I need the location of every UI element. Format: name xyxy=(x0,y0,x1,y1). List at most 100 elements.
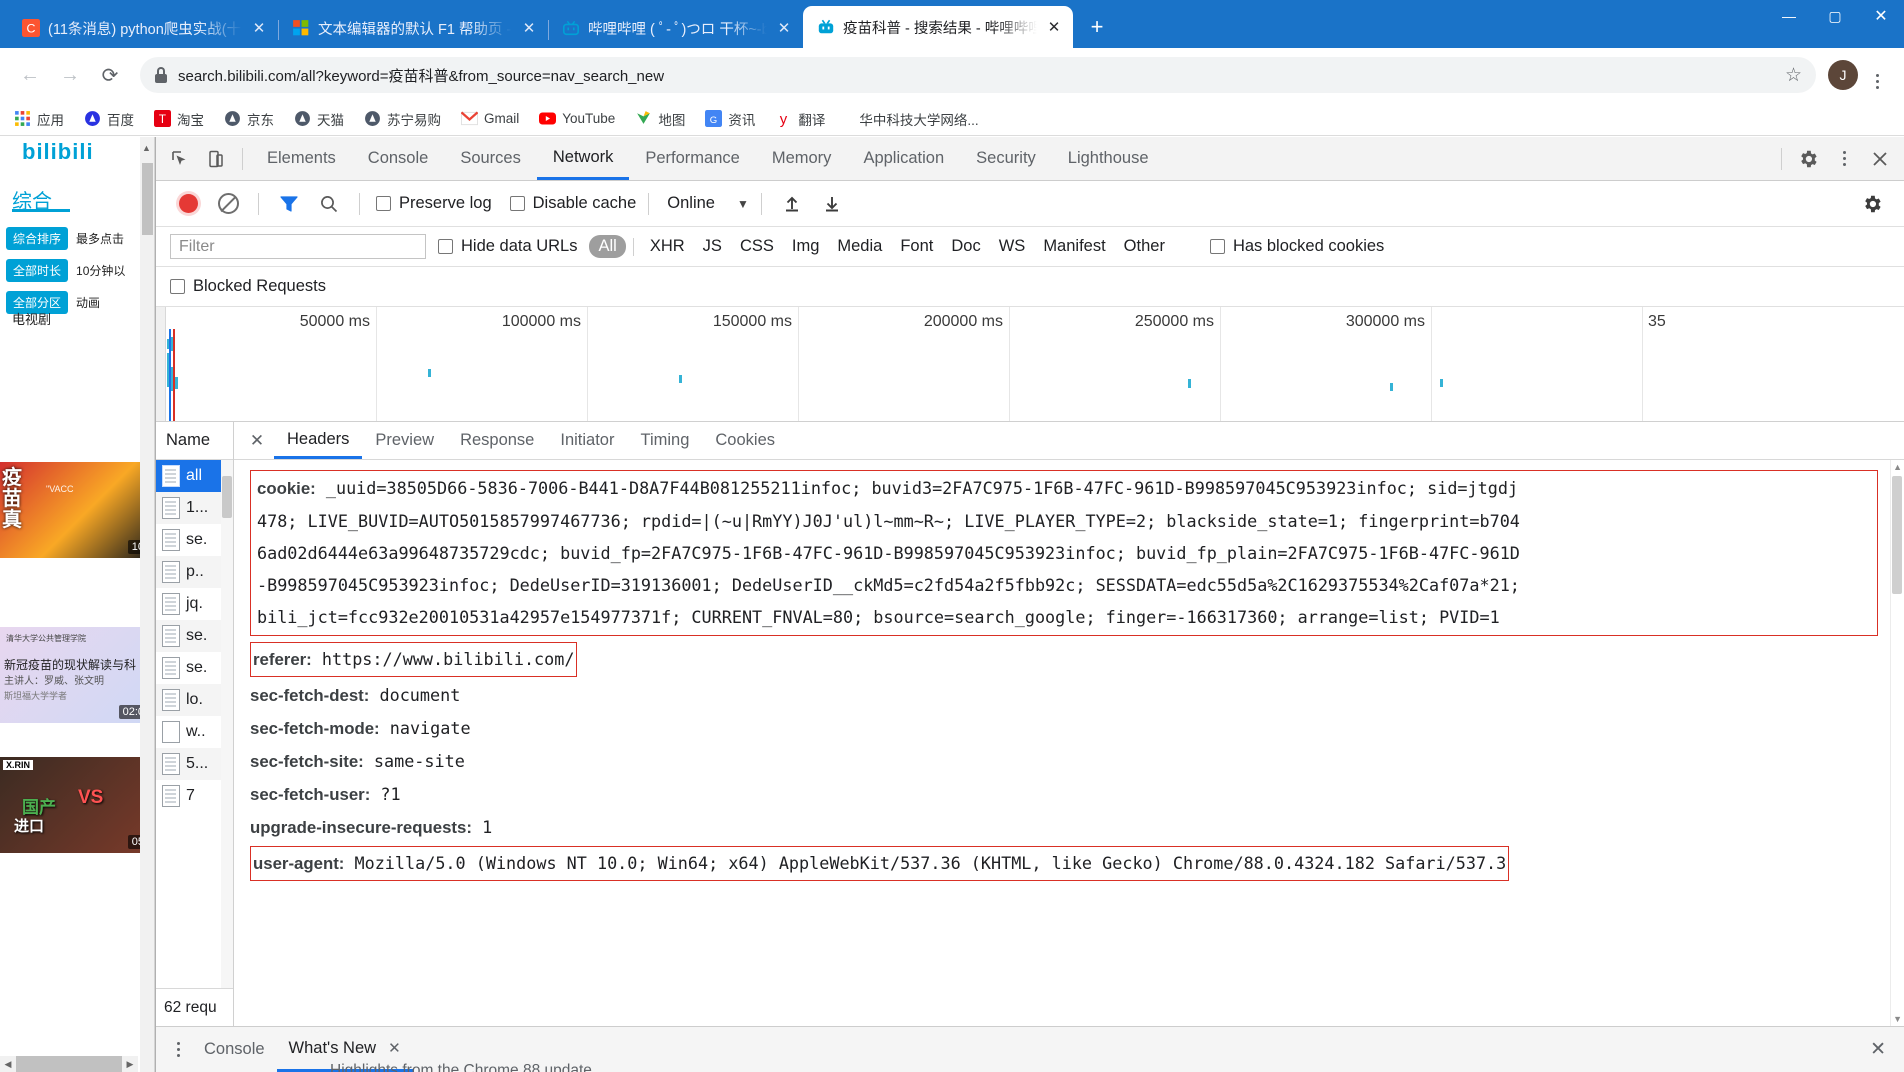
minimize-button[interactable]: — xyxy=(1766,0,1812,32)
import-har-icon[interactable] xyxy=(774,188,810,220)
bookmark-gmail[interactable]: Gmail xyxy=(461,110,519,127)
type-filter-doc[interactable]: Doc xyxy=(942,235,989,258)
devtools-tab-application[interactable]: Application xyxy=(847,137,960,180)
devtools-tab-security[interactable]: Security xyxy=(960,137,1052,180)
type-filter-ws[interactable]: WS xyxy=(990,235,1035,258)
devtools-tab-memory[interactable]: Memory xyxy=(756,137,848,180)
funnel-filter-icon[interactable] xyxy=(271,188,307,220)
bookmark-apps[interactable]: 应用 xyxy=(14,109,64,129)
details-tab-timing[interactable]: Timing xyxy=(627,422,702,459)
scroll-down-arrow[interactable]: ▼ xyxy=(1893,1014,1902,1024)
filter-text[interactable]: 最多点击 xyxy=(76,230,124,247)
request-list-scrollbar[interactable] xyxy=(221,460,233,988)
network-settings-gear-icon[interactable] xyxy=(1854,188,1890,220)
scrollbar-thumb[interactable] xyxy=(1892,476,1902,594)
close-drawer-icon[interactable]: ✕ xyxy=(1860,1038,1896,1061)
bookmark-suning[interactable]: 苏宁易购 xyxy=(364,109,441,129)
type-filter-manifest[interactable]: Manifest xyxy=(1034,235,1114,258)
bookmark-translate[interactable]: y 翻译 xyxy=(775,109,825,129)
drawer-tab-close-icon[interactable]: ✕ xyxy=(388,1039,401,1057)
type-filter-js[interactable]: JS xyxy=(694,235,731,258)
hide-data-urls-checkbox[interactable]: Hide data URLs xyxy=(438,237,577,256)
checkbox-box[interactable] xyxy=(170,279,185,294)
details-tab-headers[interactable]: Headers xyxy=(274,422,363,459)
type-filter-font[interactable]: Font xyxy=(891,235,942,258)
bookmark-hust[interactable]: 华中科技大学网络... xyxy=(859,109,978,129)
details-tab-cookies[interactable]: Cookies xyxy=(702,422,788,459)
devtools-tab-elements[interactable]: Elements xyxy=(251,137,352,180)
close-devtools-icon[interactable] xyxy=(1862,143,1898,175)
browser-tab-4-active[interactable]: 疫苗科普 - 搜索结果 - 哔哩哔哩 ✕ xyxy=(803,6,1073,48)
browser-tab-2[interactable]: 文本编辑器的默认 F1 帮助页 - V ✕ xyxy=(278,8,549,48)
vertical-scrollbar-thumb[interactable] xyxy=(142,163,153,235)
scroll-up-arrow[interactable]: ▲ xyxy=(1893,462,1902,472)
type-filter-css[interactable]: CSS xyxy=(731,235,783,258)
request-list-column-header[interactable]: Name xyxy=(156,422,233,460)
type-filter-media[interactable]: Media xyxy=(828,235,891,258)
type-filter-img[interactable]: Img xyxy=(783,235,829,258)
new-tab-button[interactable]: + xyxy=(1081,11,1113,43)
tab-close-icon[interactable]: ✕ xyxy=(520,19,538,37)
clear-button[interactable] xyxy=(210,188,246,220)
device-toolbar-icon[interactable] xyxy=(198,143,234,175)
maximize-button[interactable]: ▢ xyxy=(1812,0,1858,32)
tab-close-icon[interactable]: ✕ xyxy=(250,19,268,37)
video-title[interactable]: 新冠疫苗的现状解读与科 xyxy=(4,657,156,673)
details-tab-response[interactable]: Response xyxy=(447,422,547,459)
filter-text[interactable]: 10分钟以 xyxy=(76,262,125,279)
scroll-up-arrow[interactable]: ▲ xyxy=(142,143,151,153)
browser-tab-1[interactable]: C (11条消息) python爬虫实战(十) ✕ xyxy=(8,8,279,48)
browser-tab-3[interactable]: 哔哩哔哩 ( ﾟ- ﾟ)つロ 干杯~-bili ✕ xyxy=(548,8,804,48)
checkbox-box[interactable] xyxy=(1209,239,1225,254)
more-options-icon[interactable] xyxy=(1826,143,1862,175)
avatar[interactable]: J xyxy=(1828,60,1858,90)
bookmark-taobao[interactable]: T 淘宝 xyxy=(154,109,204,129)
type-filter-xhr[interactable]: XHR xyxy=(641,235,694,258)
kebab-menu-icon[interactable] xyxy=(1862,61,1892,89)
video-thumbnail[interactable]: X.RIN 国产 进口 VS 05 xyxy=(0,757,152,853)
network-overview-timeline[interactable]: 50000 ms 100000 ms 150000 ms 200000 ms 2… xyxy=(156,307,1904,422)
devtools-tab-network[interactable]: Network xyxy=(536,137,630,180)
star-icon[interactable]: ☆ xyxy=(1785,64,1802,87)
filter-row[interactable]: 全部时长 10分钟以 xyxy=(6,259,156,282)
bookmark-maps[interactable]: 地图 xyxy=(635,109,685,129)
filter-row[interactable]: 综合排序 最多点击 xyxy=(6,227,156,250)
bookmark-youtube[interactable]: YouTube xyxy=(539,110,615,127)
devtools-tab-lighthouse[interactable]: Lighthouse xyxy=(1052,137,1165,180)
drawer-tab-console[interactable]: Console xyxy=(192,1027,277,1072)
video-thumbnail[interactable]: 疫苗真 "VACC 10 xyxy=(0,462,152,558)
filter-pill[interactable]: 全部时长 xyxy=(6,259,69,282)
close-details-icon[interactable]: ✕ xyxy=(240,422,274,459)
record-button[interactable] xyxy=(170,188,206,220)
chevron-down-icon[interactable]: ▼ xyxy=(737,197,749,211)
checkbox-box[interactable] xyxy=(438,239,453,254)
inspect-element-icon[interactable] xyxy=(162,143,198,175)
scroll-left-arrow[interactable]: ◀ xyxy=(0,1056,16,1072)
address-bar[interactable]: search.bilibili.com/all?keyword=疫苗科普&fro… xyxy=(140,57,1816,93)
devtools-tab-sources[interactable]: Sources xyxy=(444,137,537,180)
disable-cache-checkbox[interactable]: Disable cache xyxy=(509,194,636,213)
details-tab-preview[interactable]: Preview xyxy=(362,422,447,459)
scroll-right-arrow[interactable]: ▶ xyxy=(122,1056,138,1072)
tab-close-icon[interactable]: ✕ xyxy=(1045,18,1063,36)
category-link[interactable]: 电视剧 xyxy=(12,309,51,328)
back-button[interactable]: ← xyxy=(12,57,48,93)
bookmark-jd[interactable]: 京东 xyxy=(224,109,274,129)
type-filter-all[interactable]: All xyxy=(589,235,626,258)
settings-gear-icon[interactable] xyxy=(1790,143,1826,175)
throttling-dropdown[interactable]: Online ▼ xyxy=(661,194,749,213)
details-tab-initiator[interactable]: Initiator xyxy=(547,422,627,459)
filter-pill[interactable]: 综合排序 xyxy=(6,227,69,250)
reload-button[interactable]: ⟳ xyxy=(92,57,128,93)
blocked-requests-checkbox[interactable]: Blocked Requests xyxy=(170,277,326,296)
filter-input[interactable]: Filter xyxy=(170,234,426,259)
bookmark-news[interactable]: G 资讯 xyxy=(705,109,755,129)
tab-close-icon[interactable]: ✕ xyxy=(775,19,793,37)
filter-text[interactable]: 动画 xyxy=(76,294,100,311)
checkbox-box[interactable] xyxy=(509,196,525,211)
search-icon[interactable] xyxy=(311,188,347,220)
type-filter-other[interactable]: Other xyxy=(1115,235,1174,258)
checkbox-box[interactable] xyxy=(376,196,391,211)
devtools-tab-performance[interactable]: Performance xyxy=(629,137,755,180)
horizontal-scrollbar-thumb[interactable] xyxy=(16,1056,122,1072)
